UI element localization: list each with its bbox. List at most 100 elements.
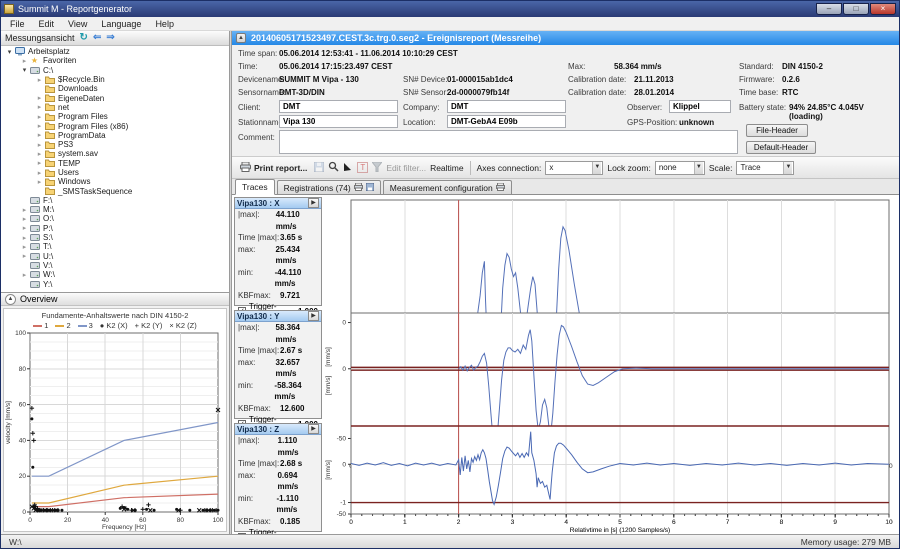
tree-item-windows[interactable]: ▸Windows <box>1 177 229 186</box>
company-label: Company: <box>403 103 439 112</box>
overview-chart[interactable]: 020406080100020406080100Frequency [Hz]ve… <box>4 330 226 531</box>
expand-arrow-icon[interactable]: ▸ <box>35 113 44 121</box>
expand-arrow-icon[interactable]: ▸ <box>35 103 44 111</box>
trace-chart-y[interactable]: 0123456789100-50Relativtime in [s] (1200… <box>323 308 899 421</box>
collapse-arrow-icon[interactable]: ▾ <box>5 48 14 56</box>
expand-arrow-icon[interactable]: ▸ <box>20 224 29 232</box>
expand-arrow-icon[interactable]: ▸ <box>35 141 44 149</box>
tree-item-users[interactable]: ▸Users <box>1 168 229 177</box>
expand-arrow-icon[interactable]: ▸ <box>20 57 29 65</box>
menu-language[interactable]: Language <box>94 19 148 29</box>
calibration-sensor-value: 28.01.2014 <box>634 88 674 97</box>
collapse-overview-icon[interactable]: ▲ <box>5 294 16 305</box>
print-report-button[interactable]: Print report... <box>237 161 310 175</box>
client-input[interactable] <box>279 100 398 113</box>
default-header-button[interactable]: Default-Header <box>746 141 816 154</box>
tree-item-smstasksequence[interactable]: _SMSTaskSequence <box>1 186 229 195</box>
tree-item-p[interactable]: ▸P:\ <box>1 224 229 233</box>
tree-item-ps3[interactable]: ▸PS3 <box>1 140 229 149</box>
file-header-button[interactable]: File-Header <box>746 124 808 137</box>
realtime-toggle[interactable]: Realtime <box>430 163 464 173</box>
scale-select[interactable]: Trace▼ <box>736 161 794 175</box>
tree-item-temp[interactable]: ▸TEMP <box>1 159 229 168</box>
collapse-arrow-icon[interactable]: ▾ <box>20 66 29 74</box>
tree-item-program-files[interactable]: ▸Program Files <box>1 112 229 121</box>
tree-item-f[interactable]: F:\ <box>1 196 229 205</box>
filter-icon[interactable] <box>372 162 382 174</box>
lock-zoom-select[interactable]: none▼ <box>655 161 705 175</box>
expand-arrow-icon[interactable]: ▸ <box>35 178 44 186</box>
expand-arrow-icon[interactable]: ▸ <box>35 159 44 167</box>
svg-text:4: 4 <box>564 519 568 526</box>
company-input[interactable] <box>447 100 566 113</box>
tab-registrations[interactable]: Registrations (74) <box>277 180 381 194</box>
close-button[interactable]: × <box>870 3 896 15</box>
expand-arrow-icon[interactable]: ▸ <box>20 252 29 260</box>
pointer-icon[interactable] <box>343 162 353 174</box>
tree-item-favoriten[interactable]: ▸★Favoriten <box>1 56 229 65</box>
expand-arrow-icon[interactable]: ▸ <box>20 234 29 242</box>
expand-arrow-icon[interactable]: ▸ <box>20 215 29 223</box>
location-input[interactable] <box>447 115 566 128</box>
tree-item-m[interactable]: ▸M:\ <box>1 205 229 214</box>
save-icon[interactable] <box>314 162 324 174</box>
overview-panel: ▲ Overview Fundamente-Anhaltswerte nach … <box>1 292 229 534</box>
expand-arrow-icon[interactable]: ▸ <box>35 131 44 139</box>
menu-view[interactable]: View <box>61 19 94 29</box>
refresh-icon[interactable]: ↻ <box>80 33 88 43</box>
tree-item-eigenedaten[interactable]: ▸EigeneDaten <box>1 93 229 102</box>
trace-chart-x[interactable]: 0123456789100-50Relativtime in [s] (1200… <box>323 195 899 308</box>
edit-filter-button[interactable]: Edit filter... <box>386 163 426 173</box>
tree-item-program-files-x86[interactable]: ▸Program Files (x86) <box>1 121 229 130</box>
zoom-icon[interactable] <box>328 161 339 174</box>
tree-item-arbeitsplatz[interactable]: ▾Arbeitsplatz <box>1 47 229 56</box>
tree-toolbar: Messungsansicht ↻ ⇐ ⇒ <box>1 31 229 46</box>
menu-file[interactable]: File <box>3 19 32 29</box>
expand-arrow-icon[interactable]: ▸ <box>35 169 44 177</box>
trace-header-y[interactable]: Vipa130 : Y▶ <box>235 311 321 322</box>
expand-arrow-icon[interactable]: ▸ <box>20 271 29 279</box>
trace-chart-z[interactable]: 0123456789100-1Relativtime in [s] (1200 … <box>323 421 899 534</box>
tree-item-o[interactable]: ▸O:\ <box>1 214 229 223</box>
play-icon[interactable]: ▶ <box>308 311 319 321</box>
observer-input[interactable] <box>669 100 731 113</box>
tree-item-t[interactable]: ▸T:\ <box>1 242 229 251</box>
tree-item-net[interactable]: ▸net <box>1 103 229 112</box>
tree-item-w[interactable]: ▸W:\ <box>1 270 229 279</box>
back-arrow-icon[interactable]: ⇐ <box>93 33 101 43</box>
comment-input[interactable] <box>279 130 738 154</box>
tree-item-v[interactable]: V:\ <box>1 261 229 270</box>
stationname-input[interactable] <box>279 115 398 128</box>
expand-arrow-icon[interactable]: ▸ <box>35 94 44 102</box>
tree-item-c[interactable]: ▾C:\ <box>1 66 229 75</box>
text-tool-icon[interactable]: T <box>357 162 368 173</box>
expand-arrow-icon[interactable]: ▸ <box>35 150 44 158</box>
maximize-button[interactable]: □ <box>843 3 869 15</box>
firmware-label: Firmware: <box>739 75 775 84</box>
tab-measurement-configuration[interactable]: Measurement configuration <box>383 180 512 194</box>
expand-arrow-icon[interactable]: ▸ <box>35 122 44 130</box>
tree-item-programdata[interactable]: ▸ProgramData <box>1 131 229 140</box>
tree-item-recycle-bin[interactable]: ▸$Recycle.Bin <box>1 75 229 84</box>
trace-header-x[interactable]: Vipa130 : X▶ <box>235 198 321 209</box>
expand-arrow-icon[interactable]: ▸ <box>20 243 29 251</box>
play-icon[interactable]: ▶ <box>308 424 319 434</box>
minimize-button[interactable]: – <box>816 3 842 15</box>
tree-item-u[interactable]: ▸U:\ <box>1 252 229 261</box>
tree-item-y[interactable]: Y:\ <box>1 279 229 288</box>
firmware-value: 0.2.6 <box>782 75 800 84</box>
tab-traces[interactable]: Traces <box>235 179 275 195</box>
forward-arrow-icon[interactable]: ⇒ <box>106 33 114 43</box>
collapse-header-icon[interactable]: ▲ <box>236 33 246 43</box>
expand-arrow-icon[interactable]: ▸ <box>20 206 29 214</box>
play-icon[interactable]: ▶ <box>308 198 319 208</box>
tree-item-system-sav[interactable]: ▸system.sav <box>1 149 229 158</box>
axes-connection-select[interactable]: x▼ <box>545 161 603 175</box>
trace-header-z[interactable]: Vipa130 : Z▶ <box>235 424 321 435</box>
menu-edit[interactable]: Edit <box>32 19 62 29</box>
menu-help[interactable]: Help <box>148 19 181 29</box>
tree-item-s[interactable]: ▸S:\ <box>1 233 229 242</box>
svg-text:20: 20 <box>19 473 27 480</box>
expand-arrow-icon[interactable]: ▸ <box>35 76 44 84</box>
tree-item-downloads[interactable]: Downloads <box>1 84 229 93</box>
